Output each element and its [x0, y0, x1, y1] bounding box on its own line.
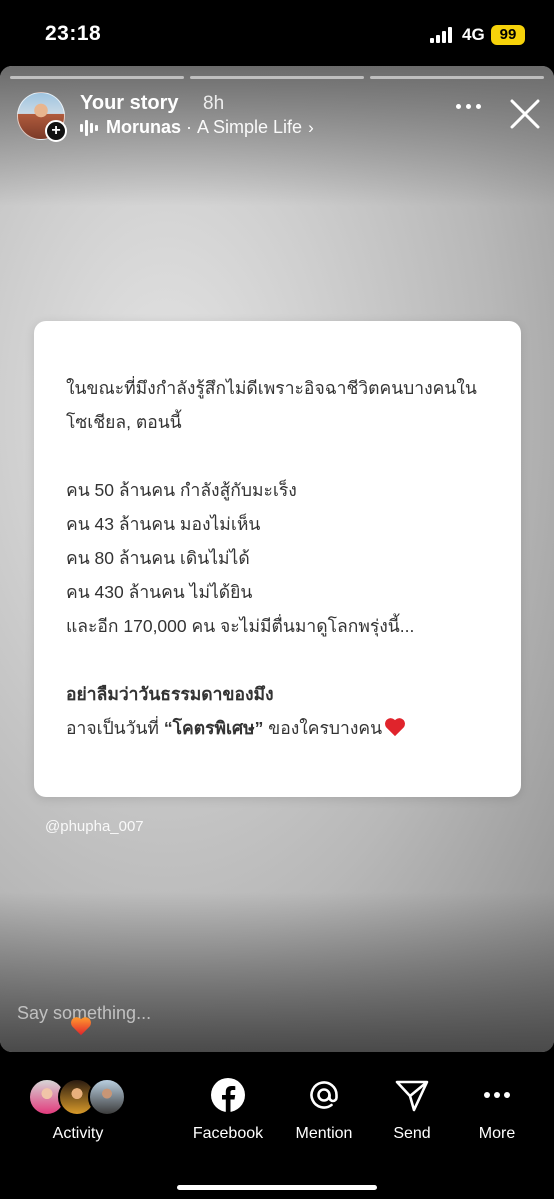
mention-tag[interactable]: @phupha_007	[45, 818, 144, 835]
note-line: และอีก 170,000 คน จะไม่มีตื่นมาดูโลกพรุ่…	[66, 616, 415, 636]
more-label[interactable]: More	[470, 1125, 524, 1143]
heart-icon	[385, 718, 406, 737]
floating-heart-icon	[71, 1017, 91, 1036]
story-progress-bar	[10, 76, 544, 79]
note-line: คน 80 ล้านคน เดินไม่ได้	[66, 548, 250, 568]
home-indicator[interactable]	[177, 1185, 377, 1190]
note-line: คน 50 ล้านคน กำลังสู้กับมะเร็ง	[66, 480, 297, 500]
story-username[interactable]: Your story	[80, 92, 179, 115]
note-emphasis: “โคตรพิเศษ”	[163, 718, 264, 738]
progress-segment	[10, 76, 184, 79]
facebook-icon[interactable]	[210, 1077, 246, 1113]
story-age: 8h	[203, 93, 225, 114]
add-story-icon[interactable]: +	[45, 120, 67, 142]
network-label: 4G	[462, 25, 485, 44]
text-card: ในขณะที่มึงกำลังรู้สึกไม่ดีเพราะอิจฉาชีว…	[34, 321, 521, 797]
chevron-right-icon: ›	[308, 117, 314, 137]
viewer-avatar	[88, 1078, 126, 1116]
note-line: ในขณะที่มึงกำลังรู้สึกไม่ดีเพราะอิจฉาชีว…	[66, 378, 477, 398]
note-line: คน 430 ล้านคน ไม่ได้ยิน	[66, 582, 253, 602]
facebook-label[interactable]: Facebook	[188, 1125, 268, 1143]
signal-icon	[430, 27, 456, 43]
note-line: อย่าลืมว่าวันธรรมดาของมึง	[66, 684, 274, 704]
status-time: 23:18	[45, 22, 102, 45]
mention-icon[interactable]	[306, 1077, 342, 1113]
progress-segment	[190, 76, 364, 79]
note-text: อาจเป็นวันที่	[66, 718, 164, 738]
note-line: โซเชียล, ตอนนี้	[66, 412, 182, 432]
battery-icon: 99	[491, 25, 525, 45]
status-bar: 23:18 4G 99	[0, 0, 554, 66]
more-dots-icon[interactable]	[456, 102, 482, 112]
progress-segment	[370, 76, 544, 79]
story-action-bar: Activity Facebook Mention Send More	[0, 1052, 554, 1199]
music-attribution[interactable]: Morunas · A Simple Life ›	[80, 117, 314, 138]
note-line: คน 43 ล้านคน มองไม่เห็น	[66, 514, 261, 534]
activity-label[interactable]: Activity	[46, 1125, 110, 1143]
send-icon[interactable]	[394, 1077, 430, 1113]
music-artist: Morunas	[106, 117, 182, 137]
mention-label[interactable]: Mention	[288, 1125, 360, 1143]
story-viewer[interactable]: + Your story 8h Morunas · A Simple Life …	[0, 66, 554, 1052]
note-text: ของใครบางคน	[263, 718, 383, 738]
music-song: A Simple Life	[197, 117, 303, 137]
close-icon[interactable]	[509, 98, 541, 130]
send-label[interactable]: Send	[382, 1125, 442, 1143]
activity-button[interactable]	[28, 1078, 128, 1116]
music-separator: ·	[186, 117, 193, 137]
more-icon[interactable]	[479, 1077, 515, 1113]
profile-avatar[interactable]: +	[17, 92, 67, 142]
note-line-last: อาจเป็นวันที่ “โคตรพิเศษ” ของใครบางคน	[66, 717, 406, 739]
audio-bars-icon	[80, 119, 98, 136]
